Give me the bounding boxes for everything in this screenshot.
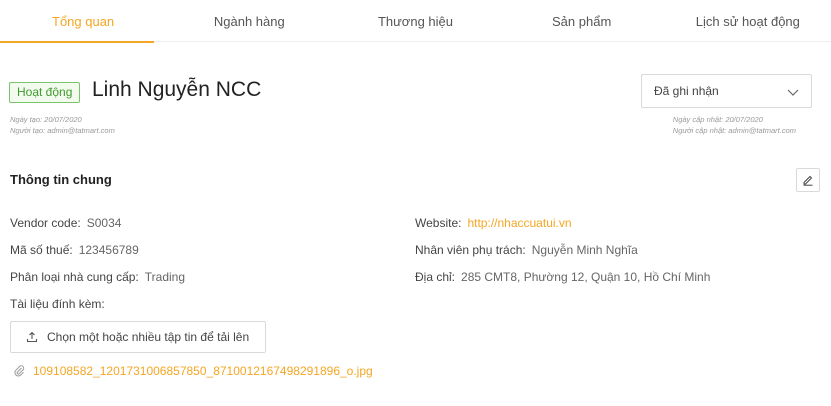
tab-activity-history[interactable]: Lịch sử hoạt động: [665, 0, 831, 42]
vendor-code-label: Vendor code:: [10, 216, 81, 230]
created-date: Ngày tạo: 20/07/2020: [10, 115, 82, 124]
tab-brands[interactable]: Thương hiệu: [332, 0, 498, 42]
created-meta: Ngày tạo: 20/07/2020 Người tạo: admin@ta…: [10, 114, 115, 136]
status-badge: Hoạt động: [9, 82, 81, 103]
vendor-name: Linh Nguyễn NCC: [92, 78, 262, 101]
upload-icon: [26, 331, 38, 343]
status-select-value: Đã ghi nhận: [654, 84, 719, 98]
status-select[interactable]: Đã ghi nhận: [641, 74, 812, 108]
created-by: Người tạo: admin@tatmart.com: [10, 126, 115, 135]
section-title: Thông tin chung: [10, 172, 112, 187]
tab-categories[interactable]: Ngành hàng: [166, 0, 332, 42]
tab-products[interactable]: Sản phẩm: [499, 0, 665, 42]
edit-button[interactable]: [796, 168, 820, 192]
chevron-down-icon: [787, 89, 799, 96]
tax-code-label: Mã số thuế:: [10, 243, 73, 257]
supplier-type-field: Phân loại nhà cung cấp: Trading: [10, 270, 185, 284]
updated-meta: Ngày cập nhật: 20/07/2020 Người cập nhật…: [673, 114, 796, 136]
upload-button[interactable]: Chọn một hoặc nhiều tập tin để tải lên: [10, 321, 266, 353]
website-label: Website:: [415, 216, 462, 230]
paperclip-icon: [14, 365, 25, 377]
address-field: Địa chỉ: 285 CMT8, Phường 12, Quận 10, Hồ…: [415, 270, 710, 284]
upload-label: Chọn một hoặc nhiều tập tin để tải lên: [47, 330, 250, 344]
supplier-type-label: Phân loại nhà cung cấp:: [10, 270, 139, 284]
address-label: Địa chỉ:: [415, 270, 456, 284]
tab-bar: Tổng quan Ngành hàng Thương hiệu Sản phẩ…: [0, 0, 831, 43]
staff-label: Nhân viên phụ trách:: [415, 243, 526, 257]
attachments-label: Tài liệu đính kèm:: [10, 297, 105, 311]
staff-value: Nguyễn Minh Nghĩa: [531, 243, 638, 257]
tab-overview[interactable]: Tổng quan: [0, 0, 166, 43]
attachment-file-link[interactable]: 109108582_1201731006857850_8710012167498…: [14, 364, 373, 378]
staff-field: Nhân viên phụ trách: Nguyễn Minh Nghĩa: [415, 243, 638, 257]
vendor-code-field: Vendor code: S0034: [10, 216, 121, 230]
address-value: 285 CMT8, Phường 12, Quận 10, Hồ Chí Min…: [461, 270, 711, 284]
tax-code-field: Mã số thuế: 123456789: [10, 243, 139, 257]
attachments-field: Tài liệu đính kèm:: [10, 297, 105, 311]
updated-by: Người cập nhật: admin@tatmart.com: [672, 126, 796, 135]
supplier-type-value: Trading: [144, 270, 186, 284]
pencil-icon: [803, 175, 813, 186]
attachment-file-name: 109108582_1201731006857850_8710012167498…: [33, 364, 373, 378]
vendor-code-value: S0034: [86, 216, 122, 230]
website-link[interactable]: http://nhaccuatui.vn: [467, 216, 571, 230]
tax-code-value: 123456789: [78, 243, 139, 257]
updated-date: Ngày cập nhật: 20/07/2020: [672, 115, 763, 124]
website-field: Website: http://nhaccuatui.vn: [415, 216, 572, 230]
